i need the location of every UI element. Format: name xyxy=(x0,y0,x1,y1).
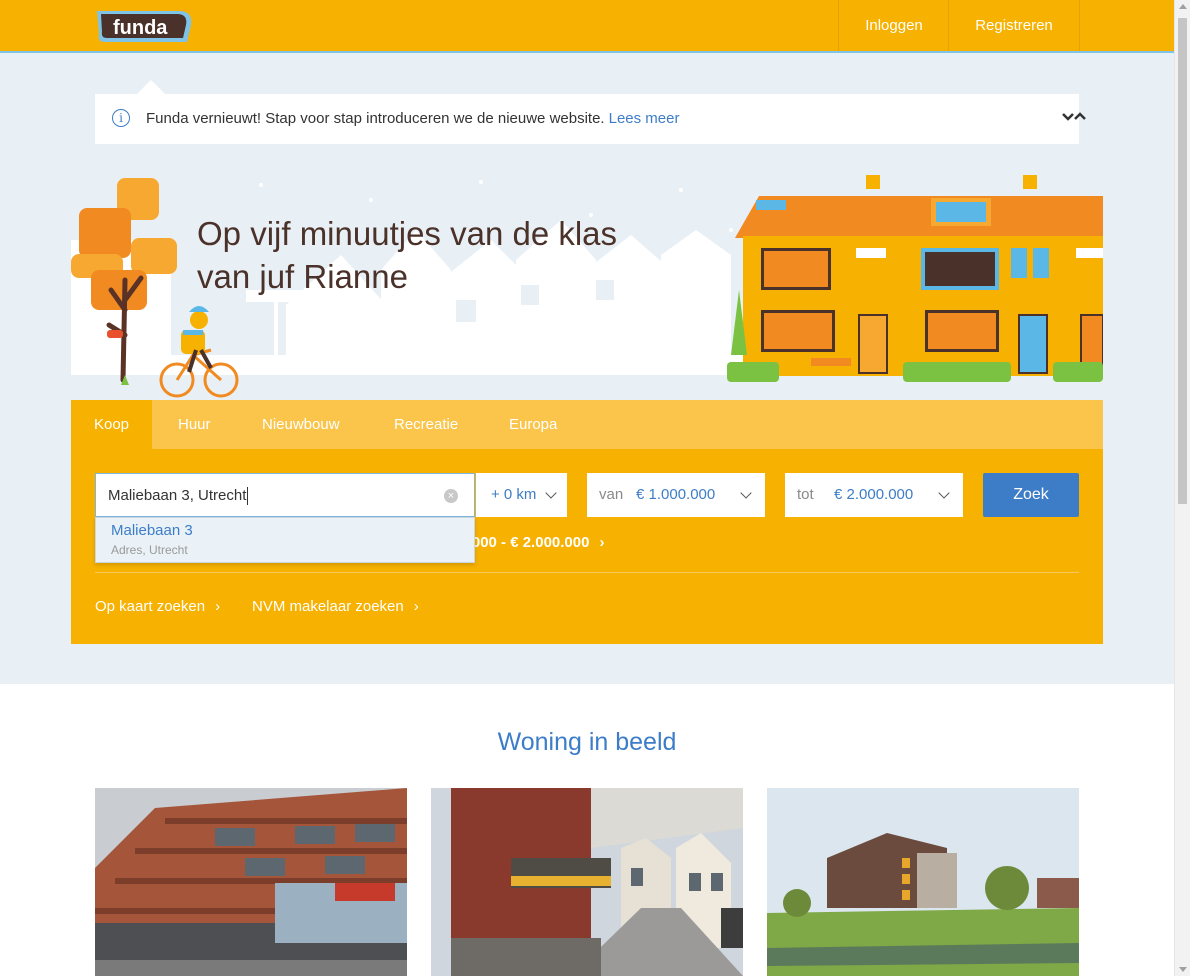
hero-title-line-2: van juf Rianne xyxy=(197,258,408,295)
clear-icon[interactable]: × xyxy=(444,489,458,503)
nvm-agent-search-link[interactable]: NVM makelaar zoeken › xyxy=(252,598,419,615)
text-cursor xyxy=(247,487,249,506)
search-tabs: Koop Huur Nieuwbouw Recreatie Europa xyxy=(71,400,1103,449)
tab-nieuwbouw[interactable]: Nieuwbouw xyxy=(262,400,340,449)
tab-recreatie[interactable]: Recreatie xyxy=(394,400,458,449)
scroll-thumb[interactable] xyxy=(1178,18,1187,504)
search-button[interactable]: Zoek xyxy=(983,473,1079,517)
price-from-value: € 1.000.000 xyxy=(636,486,716,503)
chevron-right-icon: › xyxy=(215,598,221,615)
divider xyxy=(95,572,1079,573)
read-more-link[interactable]: Lees meer xyxy=(609,110,680,127)
logo-text: funda xyxy=(113,17,168,39)
chevron-down-icon xyxy=(545,487,557,499)
hero-title: Op vijf minuutjes van de klas van juf Ri… xyxy=(197,212,717,298)
listing-photo-1[interactable] xyxy=(95,788,407,976)
chevron-down-icon xyxy=(740,487,752,499)
listing-photo-2[interactable] xyxy=(431,788,743,976)
location-search-input[interactable]: Maliebaan 3, Utrecht × xyxy=(95,473,475,517)
section-title: Woning in beeld xyxy=(497,728,677,756)
price-to-select[interactable]: tot € 2.000.000 xyxy=(785,473,963,517)
suggestion-title: Maliebaan 3 xyxy=(111,522,193,539)
notice-banner: i Funda vernieuwt! Stap voor stap introd… xyxy=(95,94,1086,144)
location-value: Maliebaan 3, Utrecht xyxy=(108,487,247,504)
page-scrollbar[interactable] xyxy=(1174,0,1190,976)
featured-section: Woning in beeld xyxy=(0,684,1174,976)
chevron-down-icon xyxy=(938,487,950,499)
register-button[interactable]: Registreren xyxy=(948,0,1080,51)
scroll-down-icon[interactable] xyxy=(1179,967,1187,972)
chevron-right-icon: › xyxy=(413,598,419,615)
top-navigation-bar: funda Inloggen Registreren xyxy=(0,0,1174,53)
nvm-search-label: NVM makelaar zoeken xyxy=(252,598,404,615)
scroll-up-icon[interactable] xyxy=(1179,4,1187,9)
notice-pointer xyxy=(136,80,166,95)
tab-huur[interactable]: Huur xyxy=(178,400,211,449)
tab-europa[interactable]: Europa xyxy=(509,400,557,449)
autocomplete-suggestion[interactable]: Maliebaan 3 Adres, Utrecht xyxy=(95,517,475,563)
suggestion-subtitle: Adres, Utrecht xyxy=(111,543,188,557)
info-icon: i xyxy=(112,109,130,127)
radius-value: + 0 km xyxy=(491,486,537,503)
login-button[interactable]: Inloggen xyxy=(838,0,949,51)
tab-koop[interactable]: Koop xyxy=(71,400,152,449)
price-to-value: € 2.000.000 xyxy=(834,486,914,503)
price-from-select[interactable]: van € 1.000.000 xyxy=(587,473,765,517)
hero-title-line-1: Op vijf minuutjes van de klas xyxy=(197,215,618,252)
price-to-prefix: tot xyxy=(797,486,814,503)
notice-text: Funda vernieuwt! Stap voor stap introduc… xyxy=(146,110,605,127)
map-search-link[interactable]: Op kaart zoeken › xyxy=(95,598,220,615)
collapse-chevron-icon[interactable] xyxy=(1061,112,1087,126)
chevron-right-icon: › xyxy=(599,534,605,551)
listing-photo-3[interactable] xyxy=(767,788,1079,976)
map-search-label: Op kaart zoeken xyxy=(95,598,206,615)
price-from-prefix: van xyxy=(599,486,624,503)
funda-logo[interactable]: funda xyxy=(95,8,195,44)
radius-select[interactable]: + 0 km xyxy=(476,473,567,517)
